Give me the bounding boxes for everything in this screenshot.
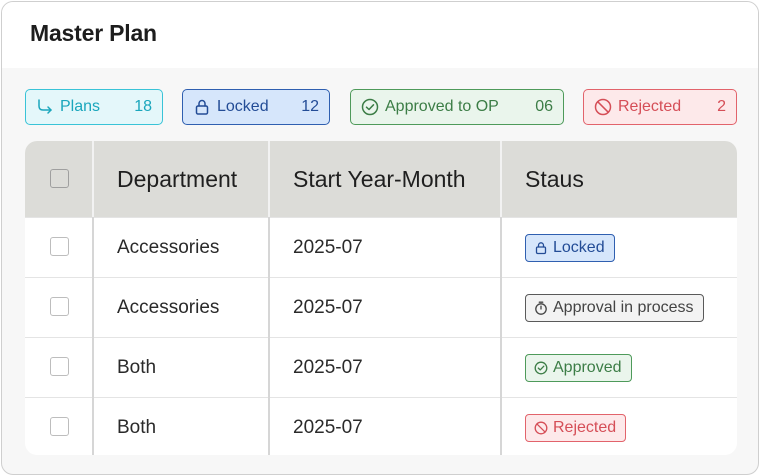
- cell-start-year-month: 2025-07: [293, 357, 363, 378]
- prohibited-icon: [594, 98, 612, 116]
- master-plan-card: Master Plan Plans 18 Locked 12 Approved …: [1, 1, 759, 475]
- cell-department: Both: [117, 357, 157, 378]
- cell-department: Both: [117, 417, 157, 438]
- status-label: Rejected: [553, 419, 617, 436]
- column-divider: [268, 217, 270, 455]
- prohibited-icon: [534, 421, 548, 435]
- check-circle-icon: [361, 98, 379, 116]
- card-header: Master Plan: [2, 2, 758, 68]
- row-checkbox[interactable]: [50, 297, 69, 316]
- cell-status: Rejected: [500, 398, 627, 455]
- chip-count: 06: [535, 98, 553, 115]
- table-row[interactable]: Both 2025-07 Approved: [25, 337, 737, 397]
- column-divider: [500, 217, 502, 455]
- chip-label: Approved to OP: [385, 98, 499, 115]
- page-title: Master Plan: [30, 20, 157, 46]
- status-badge: Rejected: [525, 414, 627, 442]
- summary-chip-plans[interactable]: Plans 18: [25, 89, 163, 125]
- chip-count: 2: [717, 98, 726, 115]
- lock-icon: [193, 98, 211, 116]
- table-row[interactable]: Both 2025-07 Rejected: [25, 397, 737, 455]
- column-divider: [500, 141, 502, 217]
- column-divider: [268, 141, 270, 217]
- cell-department: Accessories: [117, 237, 220, 258]
- row-checkbox[interactable]: [50, 237, 69, 256]
- chip-label: Plans: [60, 98, 101, 115]
- table-header: Department Start Year-Month Staus: [25, 141, 737, 217]
- table-row[interactable]: Accessories 2025-07 Approval in process: [25, 277, 737, 337]
- summary-chip-approved[interactable]: Approved to OP 06: [350, 89, 564, 125]
- arrow-turn-down-right-icon: [36, 98, 54, 116]
- chip-label: Rejected: [618, 98, 682, 115]
- cell-department: Accessories: [117, 297, 220, 318]
- chip-label: Locked: [217, 98, 269, 115]
- row-checkbox[interactable]: [50, 417, 69, 436]
- plans-table: Department Start Year-Month Staus Access…: [25, 141, 737, 455]
- column-header-department[interactable]: Department: [92, 141, 268, 217]
- select-all-checkbox[interactable]: [50, 169, 69, 188]
- row-checkbox[interactable]: [50, 357, 69, 376]
- status-badge: Locked: [525, 234, 615, 262]
- chip-count: 12: [301, 98, 319, 115]
- table-row[interactable]: Accessories 2025-07 Locked: [25, 217, 737, 277]
- column-header-start-year-month[interactable]: Start Year-Month: [268, 141, 500, 217]
- column-divider: [92, 217, 94, 455]
- cell-start-year-month: 2025-07: [293, 297, 363, 318]
- status-badge: Approved: [525, 354, 632, 382]
- check-circle-icon: [534, 361, 548, 375]
- status-label: Approval in process: [553, 299, 694, 316]
- chip-count: 18: [134, 98, 152, 115]
- cell-start-year-month: 2025-07: [293, 237, 363, 258]
- cell-status: Approved: [500, 338, 632, 398]
- column-header-status[interactable]: Staus: [500, 141, 737, 217]
- column-divider: [92, 141, 94, 217]
- status-badge: Approval in process: [525, 294, 704, 322]
- cell-status: Locked: [500, 218, 615, 278]
- lock-icon: [534, 241, 548, 255]
- status-label: Approved: [553, 359, 622, 376]
- stopwatch-icon: [534, 301, 548, 315]
- cell-start-year-month: 2025-07: [293, 417, 363, 438]
- summary-chip-rejected[interactable]: Rejected 2: [583, 89, 737, 125]
- status-label: Locked: [553, 239, 605, 256]
- cell-status: Approval in process: [500, 278, 704, 338]
- summary-chip-locked[interactable]: Locked 12: [182, 89, 330, 125]
